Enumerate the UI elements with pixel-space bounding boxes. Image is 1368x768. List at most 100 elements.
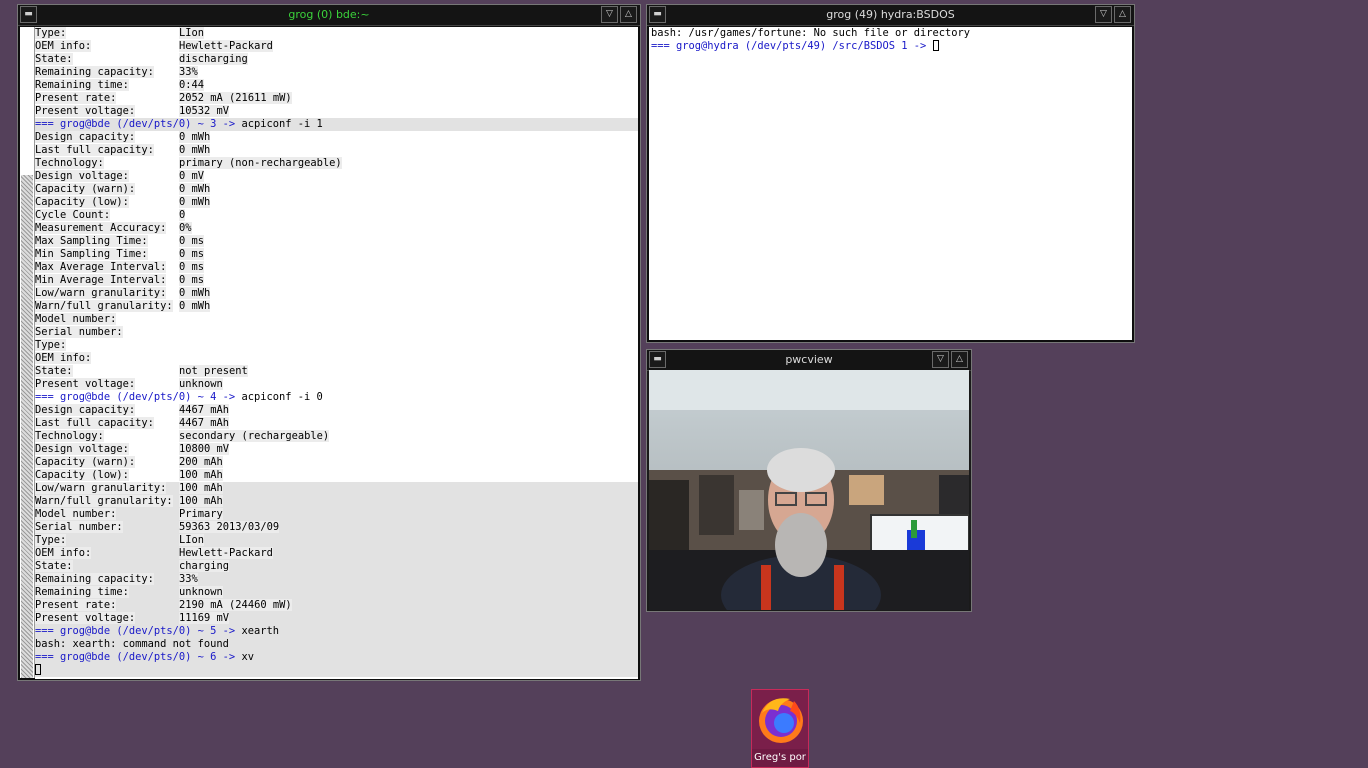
field-label: Min Sampling Time: — [35, 248, 148, 260]
terminal-line — [35, 664, 638, 677]
terminal-line: Serial number: — [35, 326, 638, 339]
terminal-line: Cycle Count: 0 — [35, 209, 638, 222]
shell-prompt: === grog@bde (/dev/pts/0) ~ 4 -> — [35, 391, 236, 403]
terminal-line: Max Average Interval: 0 ms — [35, 261, 638, 274]
field-label: Type: — [35, 27, 67, 39]
titlebar[interactable]: ▬ grog (0) bde:~ ▽ △ — [18, 5, 640, 26]
field-label: Technology: — [35, 430, 104, 442]
terminal-line: Capacity (low): 100 mAh — [35, 469, 638, 482]
field-label: Present voltage: — [35, 378, 136, 390]
terminal-line: Remaining time: unknown — [35, 586, 638, 599]
terminal-line: bash: xearth: command not found — [35, 638, 638, 651]
field-label: Design capacity: — [35, 404, 136, 416]
field-label: State: — [35, 560, 73, 572]
field-value: 0 mWh — [179, 287, 211, 299]
terminal-line: Design capacity: 4467 mAh — [35, 404, 638, 417]
terminal-window-bde[interactable]: ▬ grog (0) bde:~ ▽ △ Type: LIon OEM info: H… — [17, 4, 641, 681]
field-value: 33% — [179, 66, 198, 78]
desktop-icon-firefox[interactable]: Greg's por — [751, 689, 809, 768]
field-label: Present rate: — [35, 599, 117, 611]
terminal-line: Last full capacity: 4467 mAh — [35, 417, 638, 430]
field-value: 33% — [179, 573, 198, 585]
terminal-output[interactable]: Type: LIon OEM info: Hewlett-Packard State: d… — [35, 27, 638, 679]
field-value: 2052 mA (21611 mW) — [179, 92, 292, 104]
field-label: Capacity (warn): — [35, 183, 136, 195]
field-label: Low/warn granularity: — [35, 482, 167, 494]
field-value: 0 mWh — [179, 300, 211, 312]
titlebar[interactable]: ▬ grog (49) hydra:BSDOS ▽ △ — [647, 5, 1134, 26]
shell-command: xearth — [235, 625, 279, 637]
field-value: LIon — [179, 534, 205, 546]
terminal-line: Type: LIon — [35, 534, 638, 547]
text-cursor — [35, 664, 41, 675]
terminal-line: Min Average Interval: 0 ms — [35, 274, 638, 287]
terminal-line: Type: — [35, 339, 638, 352]
field-label: Max Average Interval: — [35, 261, 167, 273]
minimize-button[interactable]: ▽ — [601, 6, 618, 23]
field-label: Present voltage: — [35, 612, 136, 624]
terminal-line: === grog@hydra (/dev/pts/49) /src/BSDOS … — [651, 40, 1132, 53]
terminal-line: Last full capacity: 0 mWh — [35, 144, 638, 157]
scrollbar[interactable] — [20, 27, 35, 678]
titlebar[interactable]: ▬ pwcview ▽ △ — [647, 350, 971, 371]
terminal-line: State: charging — [35, 560, 638, 573]
field-value: Hewlett-Packard — [179, 40, 273, 52]
terminal-line: Present voltage: 10532 mV — [35, 105, 638, 118]
field-label: Design capacity: — [35, 131, 136, 143]
field-label: Remaining time: — [35, 79, 129, 91]
field-value: 0% — [179, 222, 192, 234]
terminal-output[interactable]: bash: /usr/games/fortune: No such file o… — [649, 27, 1132, 340]
window-title: grog (49) hydra:BSDOS — [826, 8, 955, 21]
field-label: OEM info: — [35, 352, 92, 364]
terminal-line: Measurement Accuracy: 0% — [35, 222, 638, 235]
terminal-line: OEM info: Hewlett-Packard — [35, 547, 638, 560]
terminal-line: Technology: primary (non-rechargeable) — [35, 157, 638, 170]
field-label: Warn/full granularity: — [35, 495, 173, 507]
field-value: 0:44 — [179, 79, 205, 91]
field-label: Serial number: — [35, 326, 123, 338]
minimize-button[interactable]: ▽ — [932, 351, 949, 368]
minimize-button[interactable]: ▽ — [1095, 6, 1112, 23]
terminal-line: Design voltage: 10800 mV — [35, 443, 638, 456]
terminal-line: === grog@bde (/dev/pts/0) ~ 4 -> acpicon… — [35, 391, 638, 404]
terminal-line: Remaining capacity: 33% — [35, 573, 638, 586]
field-value: Primary — [179, 508, 223, 520]
field-value: 0 — [179, 209, 186, 221]
field-value: 4467 mAh — [179, 404, 230, 416]
maximize-button[interactable]: △ — [620, 6, 637, 23]
terminal-line: Low/warn granularity: 100 mAh — [35, 482, 638, 495]
field-label: Capacity (warn): — [35, 456, 136, 468]
field-value: unknown — [179, 586, 223, 598]
terminal-line: State: discharging — [35, 53, 638, 66]
field-value: 0 ms — [179, 235, 205, 247]
field-label: Design voltage: — [35, 443, 129, 455]
webcam-frame — [649, 370, 969, 610]
field-value: charging — [179, 560, 230, 572]
field-value: 0 mWh — [179, 196, 211, 208]
shell-command: acpiconf -i 0 — [235, 391, 323, 403]
field-value: not present — [179, 365, 248, 377]
field-value: 0 ms — [179, 274, 205, 286]
maximize-button[interactable]: △ — [951, 351, 968, 368]
scrollbar-thumb[interactable] — [21, 175, 33, 678]
field-label: OEM info: — [35, 547, 92, 559]
field-value: Hewlett-Packard — [179, 547, 273, 559]
maximize-button[interactable]: △ — [1114, 6, 1131, 23]
terminal-line: Present voltage: unknown — [35, 378, 638, 391]
terminal-line: Warn/full granularity: 100 mAh — [35, 495, 638, 508]
field-value: 100 mAh — [179, 482, 223, 494]
field-value: 200 mAh — [179, 456, 223, 468]
pwcview-window[interactable]: ▬ pwcview ▽ △ — [646, 349, 972, 612]
field-value: 100 mAh — [179, 469, 223, 481]
shell-prompt: === grog@hydra (/dev/pts/49) /src/BSDOS … — [651, 40, 927, 52]
terminal-line: Remaining time: 0:44 — [35, 79, 638, 92]
field-value: 10800 mV — [179, 443, 230, 455]
terminal-line: Model number: — [35, 313, 638, 326]
field-value: 11169 mV — [179, 612, 230, 624]
field-value: discharging — [179, 53, 248, 65]
field-label: Remaining capacity: — [35, 66, 154, 78]
terminal-line: Capacity (low): 0 mWh — [35, 196, 638, 209]
terminal-window-hydra[interactable]: ▬ grog (49) hydra:BSDOS ▽ △ bash: /usr/g… — [646, 4, 1135, 343]
window-title: pwcview — [785, 353, 833, 366]
terminal-line: Model number: Primary — [35, 508, 638, 521]
